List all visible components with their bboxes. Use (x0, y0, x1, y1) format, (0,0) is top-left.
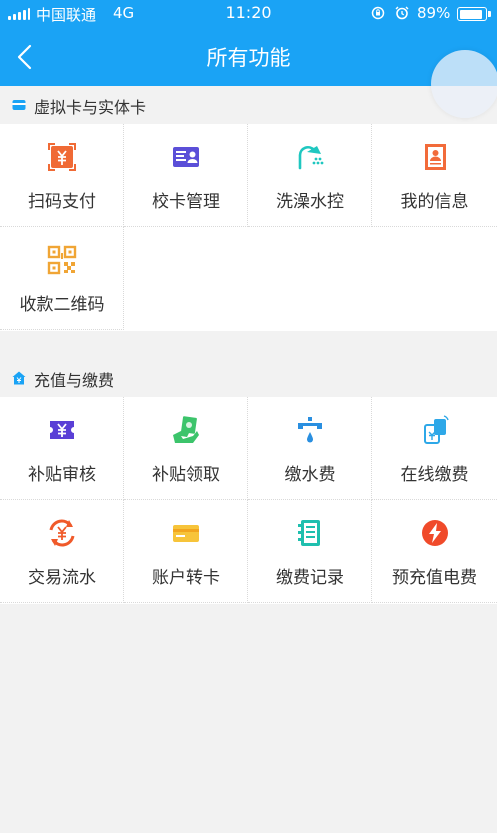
function-label: 扫码支付 (28, 192, 96, 212)
function-grid-recharge: 补贴审核 补贴领取 缴水费 在线缴费 交易流水 账户转卡 缴费记录 预充值电费 (0, 397, 497, 604)
nav-bar: 所有功能 (0, 28, 497, 86)
alarm-icon (395, 6, 409, 20)
floating-assistive-button[interactable] (431, 50, 497, 118)
card-manage-icon (173, 147, 199, 167)
function-label: 账户转卡 (152, 568, 220, 588)
function-label: 补贴领取 (152, 465, 220, 485)
subsidy-review-icon (50, 421, 74, 439)
function-item-transaction[interactable]: 交易流水 (0, 500, 124, 603)
function-grid-virtual-card: 扫码支付 校卡管理 洗澡水控 我的信息 收款二维码 (0, 124, 497, 331)
transaction-icon (49, 519, 75, 547)
home-yuan-icon (12, 371, 26, 385)
section-header-recharge: 充值与缴费 (0, 359, 497, 397)
shower-icon (298, 146, 324, 170)
function-label: 补贴审核 (28, 465, 96, 485)
account-transfer-icon (173, 525, 199, 542)
function-item-scan-pay[interactable]: 扫码支付 (0, 124, 124, 227)
function-item-shower[interactable]: 洗澡水控 (248, 124, 372, 227)
function-item-water[interactable]: 缴水费 (248, 397, 372, 500)
function-item-subsidy-review[interactable]: 补贴审核 (0, 397, 124, 500)
function-label: 我的信息 (400, 192, 469, 212)
function-label: 在线缴费 (400, 465, 469, 485)
my-info-icon (425, 144, 446, 170)
section-title: 充值与缴费 (34, 371, 115, 390)
scan-pay-icon (48, 143, 76, 171)
qr-code-icon (47, 245, 77, 275)
card-icon (12, 100, 26, 110)
function-item-electricity[interactable]: 预充值电费 (372, 500, 497, 603)
function-item-my-info[interactable]: 我的信息 (372, 124, 497, 227)
app-header: 中国联通 4G 11:20 89% 所有功能 (0, 0, 497, 86)
rotation-lock-icon (371, 6, 385, 20)
electricity-icon (422, 520, 448, 546)
function-label: 洗澡水控 (276, 192, 344, 212)
function-item-account-transfer[interactable]: 账户转卡 (124, 500, 248, 603)
function-item-payment-record[interactable]: 缴费记录 (248, 500, 372, 603)
function-item-qr-code[interactable]: 收款二维码 (0, 227, 124, 330)
function-label: 交易流水 (28, 568, 96, 588)
battery-icon (457, 7, 491, 21)
section-title: 虚拟卡与实体卡 (34, 98, 147, 117)
page-title: 所有功能 (206, 46, 291, 70)
function-label: 缴水费 (284, 465, 336, 485)
battery-percent: 89% (417, 4, 451, 22)
function-item-subsidy-claim[interactable]: 补贴领取 (124, 397, 248, 500)
function-label: 校卡管理 (152, 192, 220, 212)
payment-record-icon (298, 520, 320, 546)
function-label: 收款二维码 (19, 295, 105, 315)
section-header-virtual-card: 虚拟卡与实体卡 (0, 86, 497, 124)
function-label: 缴费记录 (276, 568, 344, 588)
online-pay-icon (424, 415, 449, 444)
function-item-online-pay[interactable]: 在线缴费 (372, 397, 497, 500)
water-tap-icon (298, 417, 322, 443)
function-label: 预充值电费 (392, 568, 477, 588)
subsidy-claim-icon (173, 416, 199, 443)
status-bar: 中国联通 4G 11:20 89% (0, 0, 497, 28)
function-item-card-manage[interactable]: 校卡管理 (124, 124, 248, 227)
